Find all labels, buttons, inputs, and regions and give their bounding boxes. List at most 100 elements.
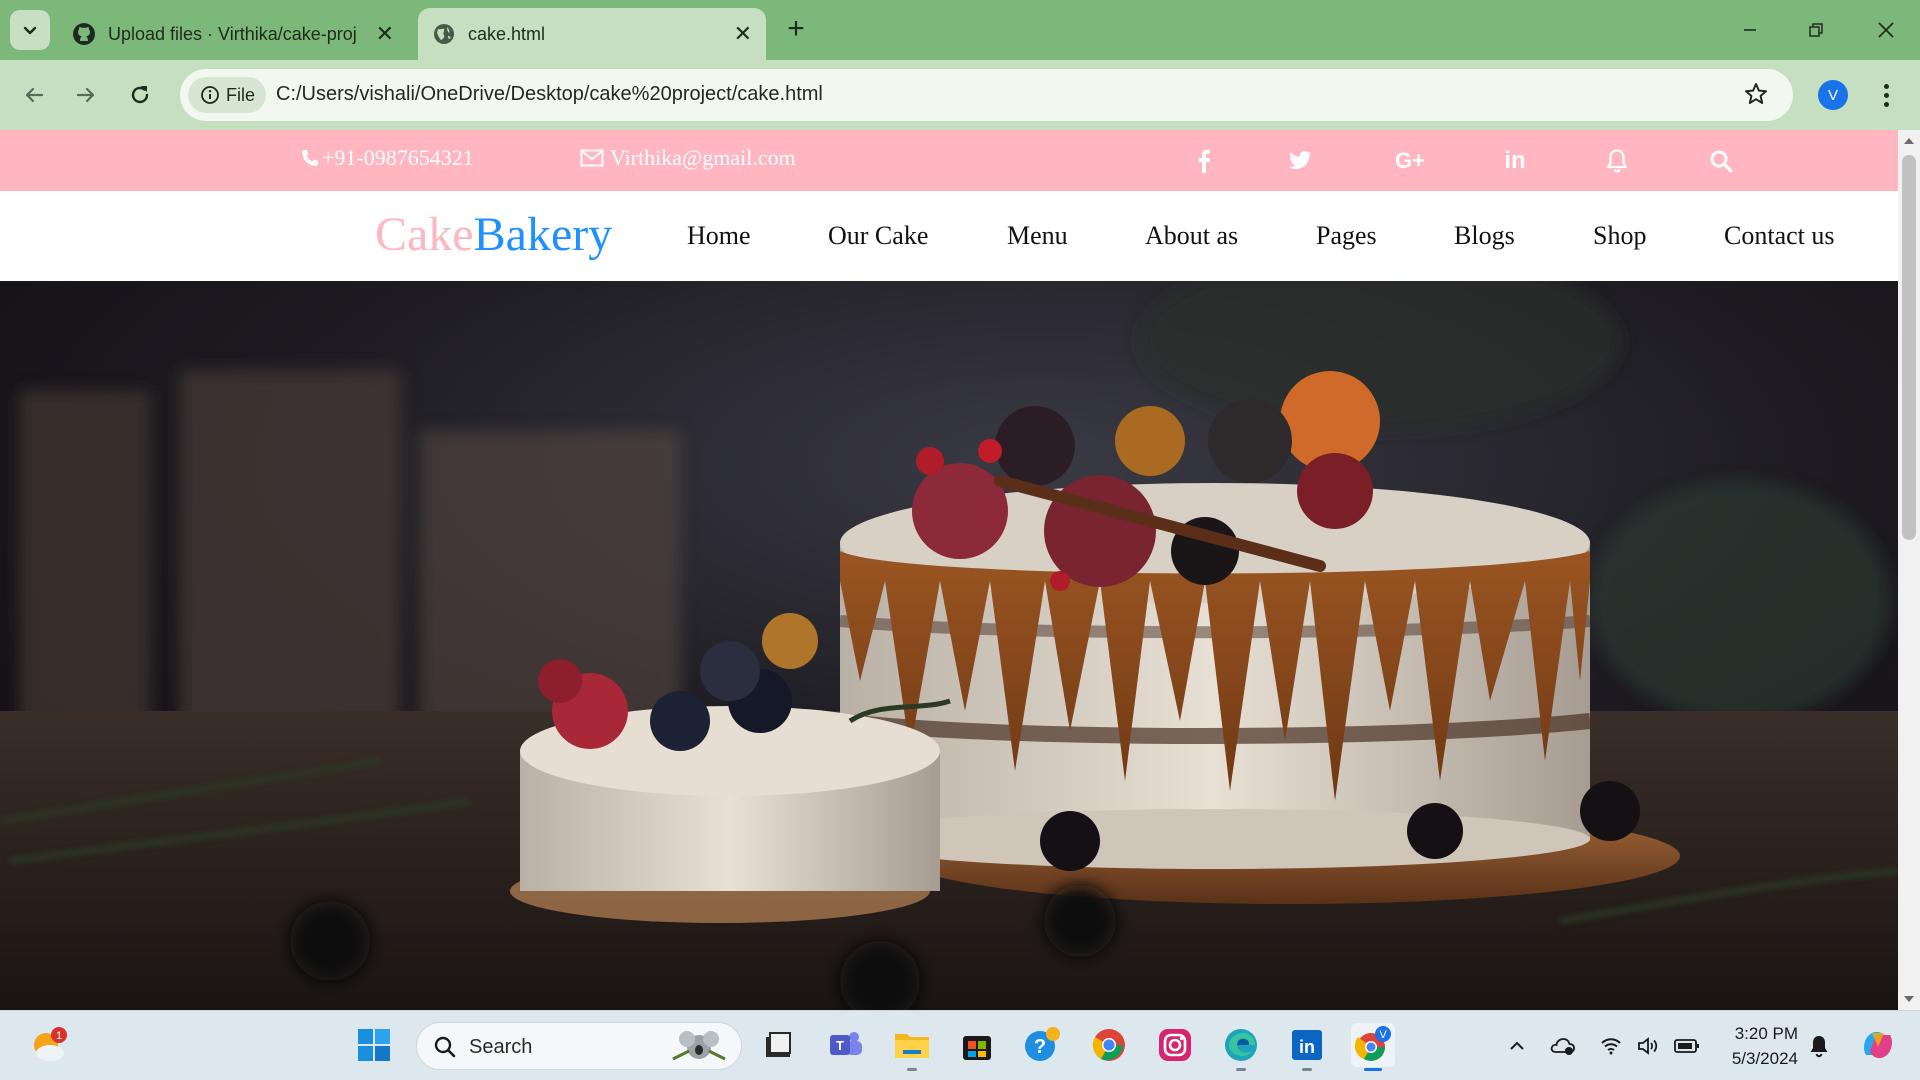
main-navbar: CakeBakery Home Our Cake Menu About as P… — [0, 191, 1898, 281]
tab-title: cake.html — [468, 23, 546, 44]
nav-menu[interactable]: Menu — [1007, 221, 1068, 251]
search-icon — [434, 1036, 456, 1058]
volume-icon[interactable] — [1636, 1033, 1662, 1059]
close-tab-icon[interactable]: ✕ — [734, 23, 752, 45]
email-address: Virthika@gmail.com — [610, 145, 796, 170]
bell-icon[interactable] — [1602, 147, 1632, 175]
edge-icon[interactable] — [1219, 1023, 1263, 1071]
minimize-button[interactable] — [1730, 12, 1770, 48]
info-icon — [201, 86, 219, 104]
svg-text:T: T — [836, 1038, 844, 1053]
clock-time: 3:20 PM — [1734, 1024, 1798, 1043]
clock-date: 5/3/2024 — [1731, 1049, 1798, 1068]
start-icon[interactable] — [352, 1023, 396, 1067]
chrome-profile-icon[interactable]: V — [1351, 1023, 1395, 1071]
linkedin-icon[interactable]: in — [1285, 1023, 1329, 1071]
scroll-thumb[interactable] — [1902, 155, 1916, 540]
svg-text:in: in — [1299, 1037, 1315, 1057]
reload-icon — [131, 86, 149, 104]
chevron-down-icon — [23, 26, 37, 35]
reload-button[interactable] — [122, 77, 158, 113]
url-text[interactable]: C:/Users/vishali/OneDrive/Desktop/cake%2… — [276, 83, 823, 106]
tab-cake-html[interactable]: cake.html ✕ — [418, 8, 766, 60]
google-plus-icon[interactable]: G+ — [1390, 147, 1430, 175]
twitter-icon[interactable] — [1285, 147, 1315, 175]
nav-blogs[interactable]: Blogs — [1454, 221, 1515, 251]
contact-topbar: +91-0987654321 Virthika@gmail.com G+ in — [0, 130, 1898, 191]
help-icon[interactable]: ? — [1020, 1023, 1064, 1067]
profile-avatar[interactable]: V — [1818, 80, 1848, 110]
page-viewport: +91-0987654321 Virthika@gmail.com G+ in … — [0, 130, 1898, 1010]
email-contact[interactable]: Virthika@gmail.com — [580, 145, 796, 171]
browser-tab-strip: Upload files · Virthika/cake-proj ✕ cake… — [0, 0, 1920, 60]
svg-text:?: ? — [1034, 1036, 1046, 1058]
nav-home[interactable]: Home — [687, 221, 751, 251]
site-logo[interactable]: CakeBakery — [375, 207, 612, 262]
chrome-icon[interactable] — [1087, 1023, 1131, 1067]
taskbar-search-box[interactable]: Search — [416, 1022, 742, 1070]
arrow-left-icon — [25, 87, 44, 103]
system-clock[interactable]: 3:20 PM 5/3/2024 — [1722, 1021, 1798, 1071]
weather-badge: 1 — [56, 1030, 62, 1042]
nav-about[interactable]: About as — [1145, 221, 1238, 251]
restore-button[interactable] — [1796, 12, 1836, 48]
nav-our-cake[interactable]: Our Cake — [828, 221, 928, 251]
logo-cake-text: Cake — [375, 208, 474, 261]
minimize-icon — [1744, 29, 1756, 31]
windows-taskbar: 1 Search T ? in V 3:20 PM 5/3/2024 — [0, 1010, 1920, 1080]
phone-contact[interactable]: +91-0987654321 — [300, 145, 474, 171]
close-tab-icon[interactable]: ✕ — [376, 23, 394, 45]
running-indicator — [907, 1068, 917, 1071]
page-scrollbar[interactable] — [1898, 130, 1920, 1010]
svg-text:V: V — [1379, 1029, 1387, 1041]
scroll-up-icon[interactable] — [1904, 138, 1914, 144]
chevron-up-icon[interactable] — [1504, 1033, 1530, 1059]
globe-icon — [432, 22, 456, 46]
instagram-icon[interactable] — [1153, 1023, 1197, 1067]
phone-number: +91-0987654321 — [322, 145, 474, 170]
weather-widget-icon[interactable]: 1 — [26, 1023, 70, 1067]
arrow-right-icon — [76, 87, 95, 103]
close-window-button[interactable] — [1866, 12, 1906, 48]
restore-icon — [1809, 23, 1823, 37]
active-indicator — [1364, 1068, 1382, 1071]
teams-icon[interactable]: T — [824, 1023, 868, 1067]
back-button[interactable] — [16, 77, 52, 113]
onedrive-icon[interactable] — [1550, 1033, 1576, 1059]
tab-upload-files[interactable]: Upload files · Virthika/cake-proj ✕ — [58, 8, 408, 60]
notification-bell-icon[interactable] — [1806, 1033, 1832, 1059]
phone-icon — [302, 150, 318, 166]
forward-button[interactable] — [68, 77, 104, 113]
file-viewer-icon[interactable] — [756, 1023, 800, 1067]
envelope-icon — [580, 149, 604, 167]
new-tab-button[interactable]: + — [780, 14, 812, 46]
logo-bakery-text: Bakery — [473, 208, 613, 261]
running-indicator — [1236, 1068, 1246, 1071]
search-icon[interactable] — [1706, 147, 1736, 175]
search-placeholder: Search — [469, 1036, 533, 1058]
hero-image — [0, 281, 1898, 1010]
store-icon[interactable] — [955, 1023, 999, 1067]
browser-toolbar: File C:/Users/vishali/OneDrive/Desktop/c… — [0, 60, 1920, 130]
facebook-icon[interactable] — [1189, 147, 1219, 175]
bookmark-star-icon[interactable] — [1743, 81, 1769, 112]
tab-search-button[interactable] — [10, 10, 50, 50]
running-indicator — [1302, 1068, 1312, 1071]
nav-contact[interactable]: Contact us — [1724, 221, 1835, 251]
address-bar[interactable]: File C:/Users/vishali/OneDrive/Desktop/c… — [180, 69, 1793, 121]
github-icon — [72, 22, 96, 46]
nav-pages[interactable]: Pages — [1316, 221, 1377, 251]
close-icon — [1878, 22, 1894, 38]
site-info-chip[interactable]: File — [188, 77, 266, 113]
site-info-label: File — [226, 84, 256, 105]
browser-menu-icon[interactable] — [1876, 78, 1896, 112]
wifi-icon[interactable] — [1598, 1033, 1624, 1059]
copilot-icon[interactable] — [1858, 1025, 1898, 1065]
nav-shop[interactable]: Shop — [1593, 221, 1646, 251]
file-explorer-icon[interactable] — [890, 1023, 934, 1071]
linkedin-icon[interactable]: in — [1500, 147, 1530, 175]
koala-icon — [672, 1031, 726, 1061]
tab-title: Upload files · Virthika/cake-proj — [108, 23, 357, 44]
battery-icon[interactable] — [1674, 1033, 1700, 1059]
scroll-down-icon[interactable] — [1904, 996, 1914, 1002]
